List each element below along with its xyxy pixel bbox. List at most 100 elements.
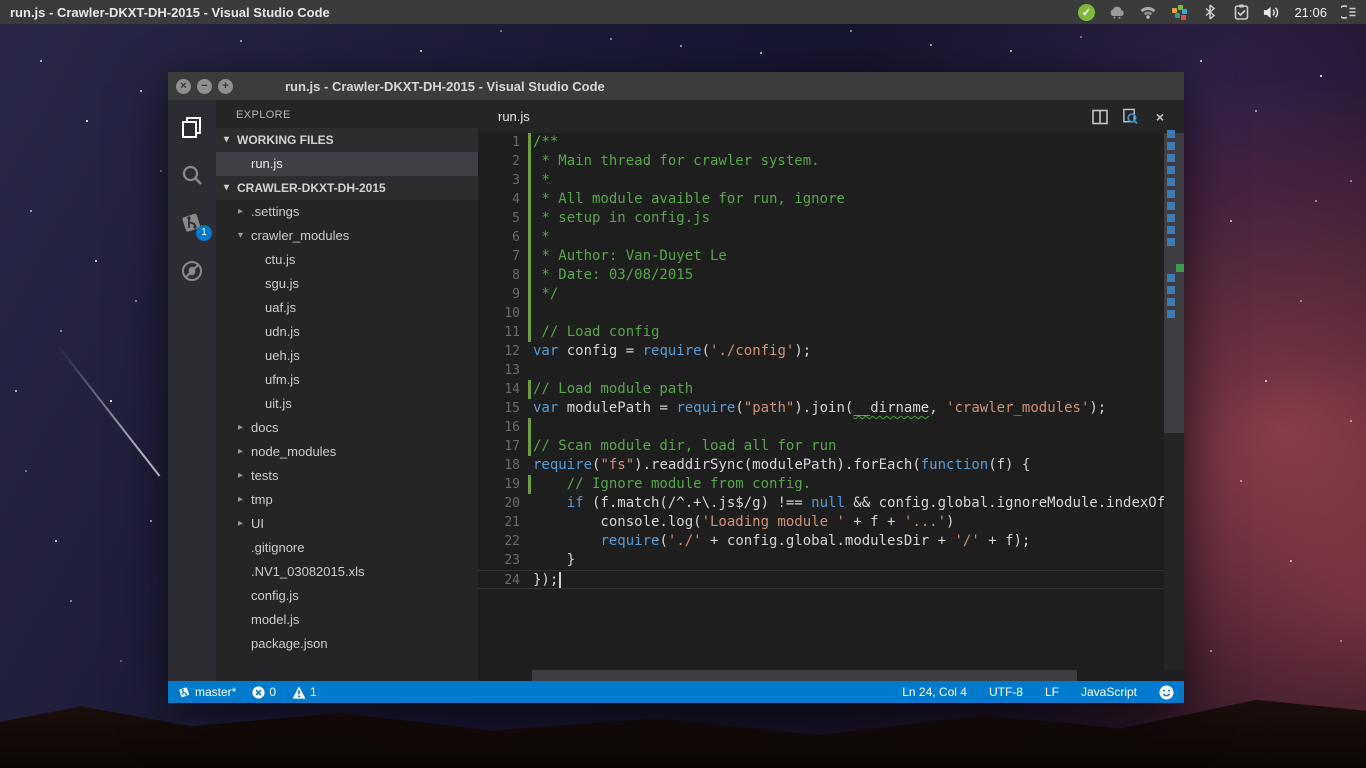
code-line-3[interactable]: 3 * (478, 171, 1184, 190)
error-icon (252, 686, 265, 699)
window-maximize-button[interactable]: + (218, 79, 233, 94)
check-status-tray-icon[interactable]: ✓ (1077, 3, 1095, 21)
language-mode-item[interactable]: JavaScript (1081, 685, 1137, 699)
tree-item-package-json[interactable]: package.json (216, 632, 478, 656)
code-line-7[interactable]: 7 * Author: Van-Duyet Le (478, 247, 1184, 266)
search-icon[interactable] (179, 162, 205, 188)
code-line-5[interactable]: 5 * setup in config.js (478, 209, 1184, 228)
code-line-18[interactable]: 18require("fs").readdirSync(modulePath).… (478, 456, 1184, 475)
system-tray: ✓ 21:06 (1077, 3, 1366, 21)
code-line-4[interactable]: 4 * All module avaible for run, ignore (478, 190, 1184, 209)
tab-run-js[interactable]: run.js (478, 109, 530, 124)
code-line-9[interactable]: 9 */ (478, 285, 1184, 304)
vscode-window: × − + run.js - Crawler-DKXT-DH-2015 - Vi… (168, 72, 1184, 703)
window-close-button[interactable]: × (176, 79, 191, 94)
line-number: 2 (478, 152, 520, 171)
code-text: // Load config (533, 323, 659, 342)
code-line-11[interactable]: 11 // Load config (478, 323, 1184, 342)
sidebar-section-crawler-dkxt-dh-2015[interactable]: ▾CRAWLER-DKXT-DH-2015 (216, 176, 478, 200)
volume-icon[interactable] (1263, 3, 1281, 21)
tree-item-gitignore[interactable]: .gitignore (216, 536, 478, 560)
tree-item-uit-js[interactable]: uit.js (216, 392, 478, 416)
cloud-sync-icon[interactable] (1108, 3, 1126, 21)
encoding-item[interactable]: UTF-8 (989, 685, 1023, 699)
line-number: 21 (478, 513, 520, 532)
tree-item-sgu-js[interactable]: sgu.js (216, 272, 478, 296)
tree-item-crawler-modules[interactable]: ▾crawler_modules (216, 224, 478, 248)
tree-item-uaf-js[interactable]: uaf.js (216, 296, 478, 320)
code-line-14[interactable]: 14// Load module path (478, 380, 1184, 399)
git-icon[interactable]: 1 (179, 210, 205, 236)
tree-item-ui[interactable]: ▸UI (216, 512, 478, 536)
overview-ruler-mark (1167, 226, 1175, 234)
overview-ruler-mark (1167, 142, 1175, 150)
code-token: ( (735, 400, 743, 416)
tree-item-label: CRAWLER-DKXT-DH-2015 (237, 176, 386, 200)
tree-item-node-modules[interactable]: ▸node_modules (216, 440, 478, 464)
bluetooth-icon[interactable] (1201, 3, 1219, 21)
clipboard-check-icon[interactable] (1232, 3, 1250, 21)
errors-item[interactable]: 0 (252, 685, 276, 699)
color-dots-network-icon[interactable] (1170, 3, 1188, 21)
error-count: 0 (269, 685, 276, 699)
gutter-git-indicator (520, 342, 533, 361)
tree-item-nv1-03082015-xls[interactable]: .NV1_03082015.xls (216, 560, 478, 584)
tree-item-ufm-js[interactable]: ufm.js (216, 368, 478, 392)
tree-item-tmp[interactable]: ▸tmp (216, 488, 478, 512)
overview-ruler-mark (1167, 130, 1175, 138)
tree-item-run-js[interactable]: run.js (216, 152, 478, 176)
code-line-16[interactable]: 16 (478, 418, 1184, 437)
session-menu-icon[interactable] (1340, 3, 1358, 21)
wifi-icon[interactable] (1139, 3, 1157, 21)
close-editor-icon[interactable]: × (1152, 109, 1168, 125)
code-token: * (533, 172, 550, 188)
gutter-git-indicator (520, 551, 533, 570)
eol-item[interactable]: LF (1045, 685, 1059, 699)
text-cursor (559, 572, 561, 588)
code-line-23[interactable]: 23 } (478, 551, 1184, 570)
code-line-12[interactable]: 12var config = require('./config'); (478, 342, 1184, 361)
code-line-13[interactable]: 13 (478, 361, 1184, 380)
tree-item-udn-js[interactable]: udn.js (216, 320, 478, 344)
code-text: * (533, 228, 550, 247)
code-token: if (567, 495, 584, 511)
vertical-scrollbar[interactable] (1164, 133, 1184, 670)
tree-item-docs[interactable]: ▸docs (216, 416, 478, 440)
tree-item-model-js[interactable]: model.js (216, 608, 478, 632)
tree-item-config-js[interactable]: config.js (216, 584, 478, 608)
code-text: }); (533, 571, 561, 588)
code-line-10[interactable]: 10 (478, 304, 1184, 323)
code-line-15[interactable]: 15var modulePath = require("path").join(… (478, 399, 1184, 418)
sidebar-section-working-files[interactable]: ▾WORKING FILES (216, 128, 478, 152)
clock[interactable]: 21:06 (1294, 5, 1327, 20)
code-line-8[interactable]: 8 * Date: 03/08/2015 (478, 266, 1184, 285)
tree-item-ctu-js[interactable]: ctu.js (216, 248, 478, 272)
explorer-icon[interactable] (179, 114, 205, 140)
code-area[interactable]: 1/**2 * Main thread for crawler system.3… (478, 133, 1184, 670)
code-line-2[interactable]: 2 * Main thread for crawler system. (478, 152, 1184, 171)
warnings-item[interactable]: 1 (292, 685, 317, 699)
code-line-17[interactable]: 17// Scan module dir, load all for run (478, 437, 1184, 456)
code-line-22[interactable]: 22 require('./' + config.global.modulesD… (478, 532, 1184, 551)
window-minimize-button[interactable]: − (197, 79, 212, 94)
tree-item-label: .gitignore (251, 536, 304, 560)
gutter-git-indicator (520, 190, 533, 209)
split-editor-icon[interactable] (1092, 109, 1108, 125)
code-line-21[interactable]: 21 console.log('Loading module ' + f + '… (478, 513, 1184, 532)
code-line-1[interactable]: 1/** (478, 133, 1184, 152)
cursor-position-item[interactable]: Ln 24, Col 4 (902, 685, 967, 699)
code-line-24[interactable]: 24}); (478, 570, 1184, 589)
tree-item-settings[interactable]: ▸.settings (216, 200, 478, 224)
gutter-git-indicator (520, 247, 533, 266)
git-branch-item[interactable]: master* (178, 685, 236, 699)
code-line-20[interactable]: 20 if (f.match(/^.+\.js$/g) !== null && … (478, 494, 1184, 513)
open-preview-icon[interactable] (1122, 109, 1138, 125)
tree-item-ueh-js[interactable]: ueh.js (216, 344, 478, 368)
code-line-6[interactable]: 6 * (478, 228, 1184, 247)
feedback-smiley-icon[interactable] (1159, 685, 1174, 700)
debug-icon[interactable] (179, 258, 205, 284)
horizontal-scrollbar[interactable] (478, 670, 1184, 681)
tree-item-tests[interactable]: ▸tests (216, 464, 478, 488)
code-line-19[interactable]: 19 // Ignore module from config. (478, 475, 1184, 494)
horizontal-scrollbar-thumb[interactable] (532, 670, 1077, 681)
